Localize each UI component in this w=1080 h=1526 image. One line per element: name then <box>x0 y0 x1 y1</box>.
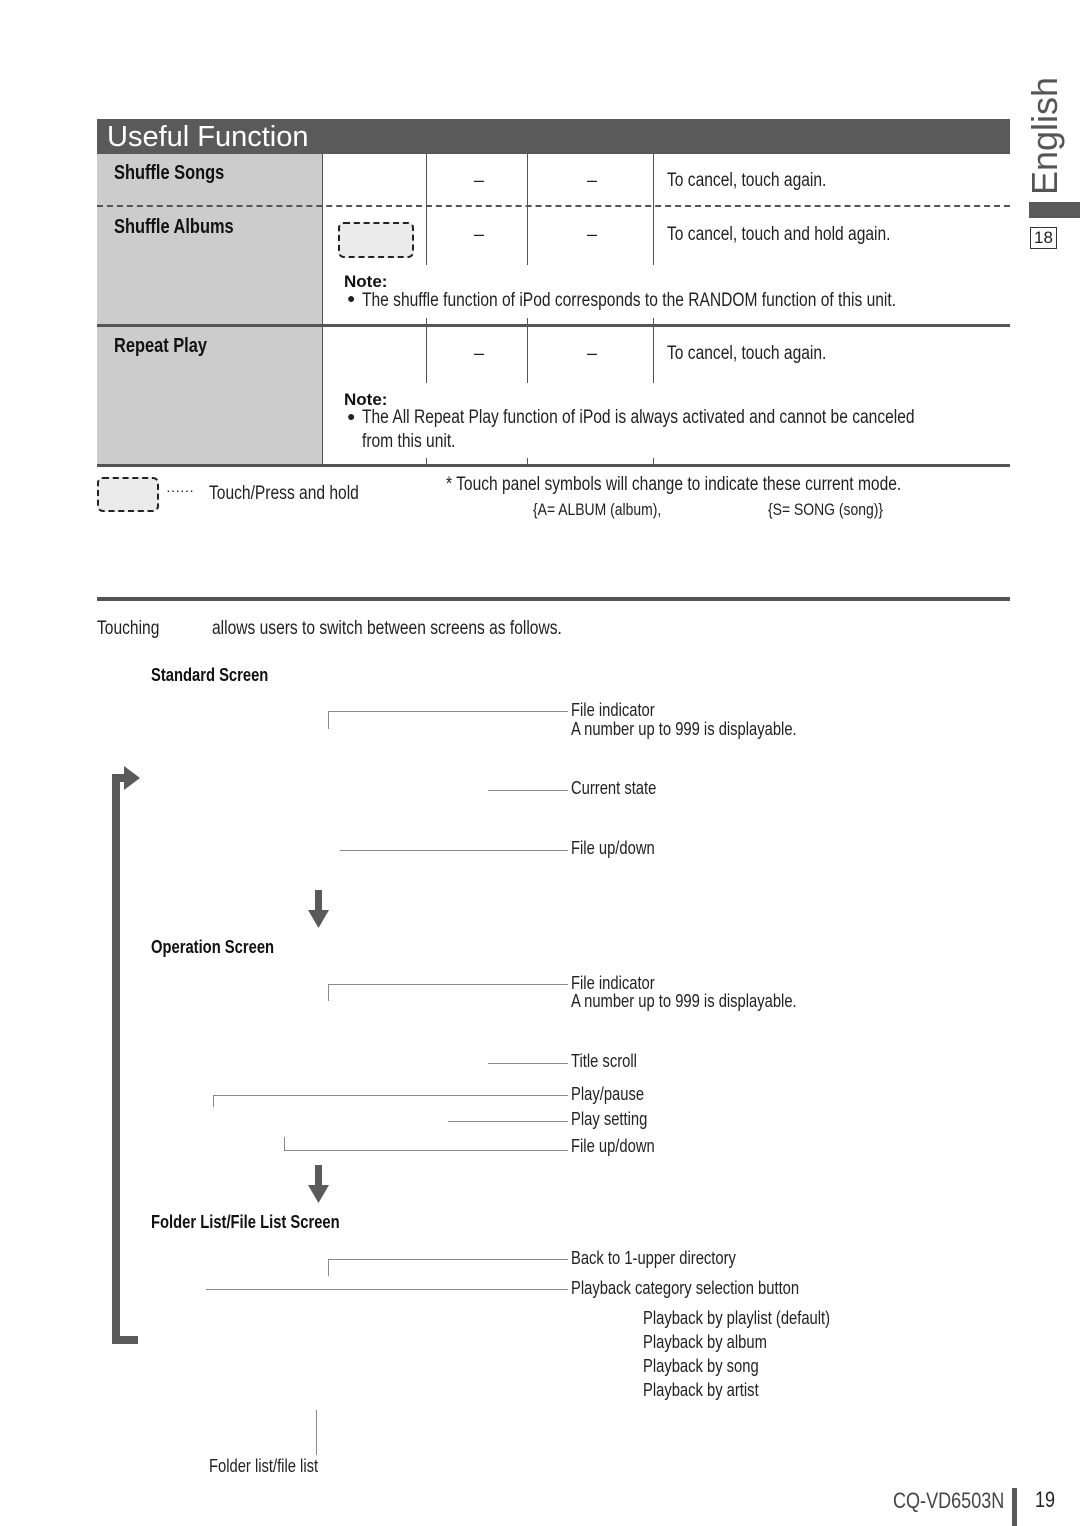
row-remark: To cancel, touch again. <box>667 170 827 191</box>
page-number: 19 <box>1035 1487 1056 1512</box>
callout-leader <box>488 790 568 791</box>
mode-song: {S= SONG (song)} <box>768 500 884 519</box>
language-label: English <box>1024 76 1065 195</box>
touch-hold-symbol <box>338 222 414 258</box>
column-divider <box>426 154 427 265</box>
down-arrow-icon <box>308 1185 329 1203</box>
row-label-shuffle-songs: Shuffle Songs <box>114 162 225 184</box>
callout-leader <box>340 850 568 851</box>
language-tab: English <box>1024 77 1065 195</box>
row-remark: To cancel, touch again. <box>667 343 827 364</box>
loop-arrow-head-icon <box>124 766 140 790</box>
cell-value: – <box>587 224 598 244</box>
cell-value: – <box>587 170 598 190</box>
row-separator-dashed <box>97 205 1010 207</box>
loop-arrow-line <box>112 778 120 1344</box>
callout-file-indicator-note: A number up to 999 is displayable. <box>571 719 797 739</box>
column-divider <box>527 154 528 265</box>
down-arrow-icon <box>308 910 329 928</box>
column-divider <box>653 318 654 383</box>
operation-screen-title: Operation Screen <box>151 937 275 957</box>
cell-value: – <box>474 170 485 190</box>
bullet-icon: ● <box>347 408 356 424</box>
callout-leader <box>213 1095 214 1107</box>
callout-leader <box>284 1150 568 1151</box>
footer-bar <box>1012 1488 1017 1526</box>
row-label-repeat-play: Repeat Play <box>114 335 207 357</box>
row-remark: To cancel, touch and hold again. <box>667 224 891 245</box>
callout-leader <box>448 1121 568 1122</box>
intro-text: allows users to switch between screens a… <box>212 618 562 639</box>
cell-value: – <box>474 343 485 363</box>
callout-file-indicator: File indicator <box>571 700 655 720</box>
callout-back-upper: Back to 1-upper directory <box>571 1248 736 1268</box>
column-divider <box>322 154 323 466</box>
folder-list-screen-title: Folder List/File List Screen <box>151 1212 340 1232</box>
category-option: Playback by song <box>643 1356 759 1376</box>
callout-leader <box>328 711 568 712</box>
category-option: Playback by album <box>643 1332 767 1352</box>
function-label-column <box>97 154 322 466</box>
note-text: The All Repeat Play function of iPod is … <box>362 407 915 428</box>
page-reference-box: 18 <box>1030 227 1057 249</box>
callout-leader <box>328 984 568 985</box>
note-heading: Note: <box>344 272 388 291</box>
mode-album: {A= ALBUM (album), <box>533 500 662 519</box>
model-number: CQ-VD6503N <box>893 1488 1005 1513</box>
category-option: Playback by playlist (default) <box>643 1308 831 1328</box>
category-option: Playback by artist <box>643 1380 759 1400</box>
callout-folder-file-list: Folder list/file list <box>209 1456 319 1476</box>
column-divider <box>653 154 654 265</box>
callout-leader <box>328 984 329 1001</box>
column-divider <box>527 318 528 383</box>
note-text: The shuffle function of iPod corresponds… <box>362 290 897 311</box>
loop-arrow-bottom <box>112 1336 138 1344</box>
section-title: Useful Function <box>107 121 309 153</box>
legend-touch-hold: Touch/Press and hold <box>209 483 359 504</box>
down-arrow-shaft <box>315 1165 322 1187</box>
legend-dots: ······ <box>166 482 194 498</box>
standard-screen-title: Standard Screen <box>151 665 269 685</box>
down-arrow-shaft <box>315 890 322 912</box>
bullet-icon: ● <box>347 290 356 306</box>
callout-leader <box>284 1137 285 1150</box>
row-separator <box>97 324 1010 327</box>
cell-value: – <box>587 343 598 363</box>
table-bottom-rule <box>97 464 1010 467</box>
callout-leader <box>488 1063 568 1064</box>
intro-touching: Touching <box>97 618 160 639</box>
callout-leader <box>328 1259 329 1276</box>
callout-file-updown: File up/down <box>571 1136 655 1156</box>
callout-leader <box>213 1095 568 1096</box>
callout-leader <box>328 1259 568 1260</box>
row-label-shuffle-albums: Shuffle Albums <box>114 216 234 238</box>
section-rule <box>97 597 1010 601</box>
callout-leader <box>206 1289 568 1290</box>
callout-leader <box>316 1410 317 1455</box>
language-tab-bar <box>1029 202 1080 218</box>
callout-file-indicator-note: A number up to 999 is displayable. <box>571 991 797 1011</box>
callout-current-state: Current state <box>571 778 657 798</box>
callout-category-button: Playback category selection button <box>571 1278 800 1298</box>
callout-play-pause: Play/pause <box>571 1084 645 1104</box>
footnote: * Touch panel symbols will change to ind… <box>446 474 902 495</box>
column-divider <box>426 318 427 383</box>
callout-leader <box>328 711 329 729</box>
callout-file-updown: File up/down <box>571 838 655 858</box>
callout-play-setting: Play setting <box>571 1109 648 1129</box>
touch-hold-legend-symbol <box>97 477 159 512</box>
callout-title-scroll: Title scroll <box>571 1051 637 1071</box>
note-text-continued: from this unit. <box>362 431 456 452</box>
cell-value: – <box>474 224 485 244</box>
